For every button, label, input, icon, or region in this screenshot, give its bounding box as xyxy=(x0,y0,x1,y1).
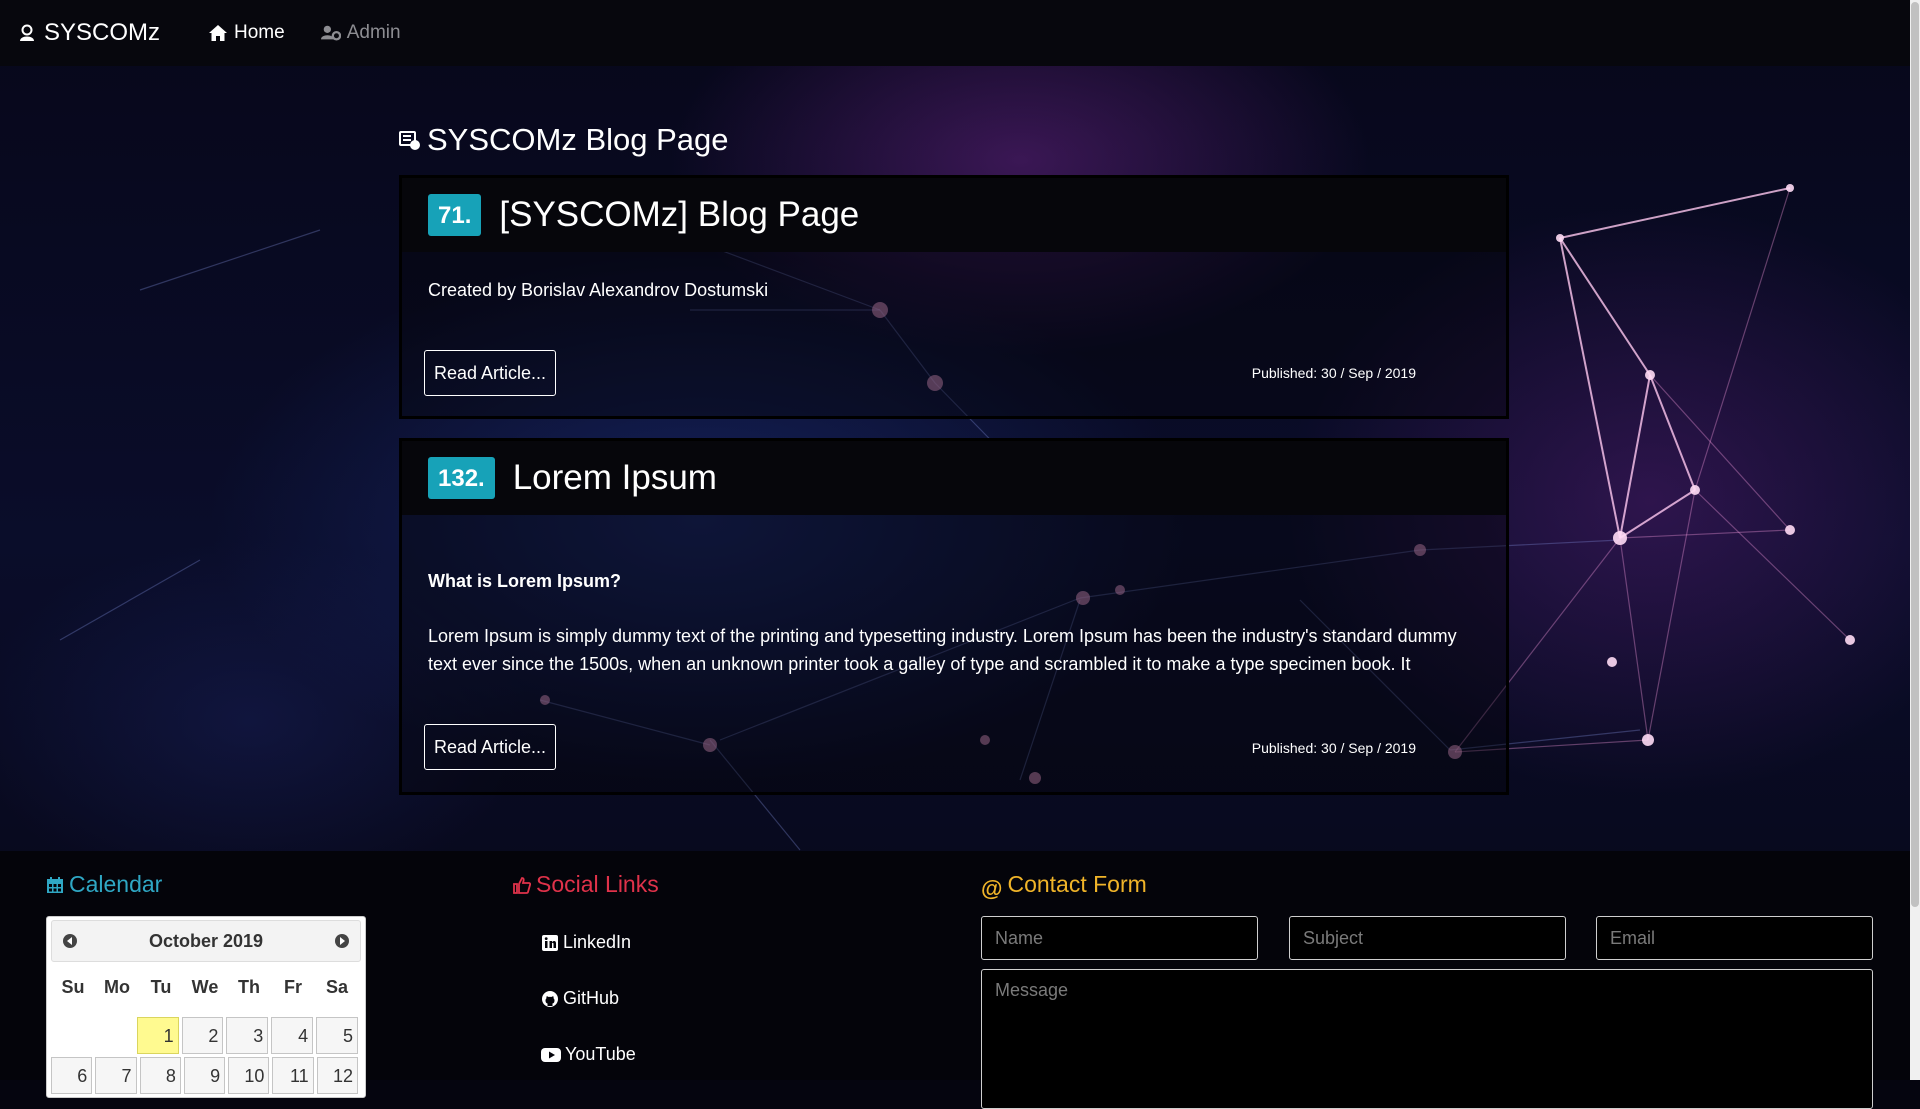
weekday-label: Tu xyxy=(150,977,172,997)
brand-link[interactable]: SYSCOMz xyxy=(18,19,160,47)
linkedin-link[interactable]: LinkedIn xyxy=(541,932,631,953)
calendar-heading: Calendar xyxy=(46,871,162,898)
nav-home[interactable]: Home xyxy=(208,22,285,44)
calendar-day[interactable]: 5 xyxy=(316,1017,359,1054)
nav-admin[interactable]: Admin xyxy=(320,22,401,44)
calendar-week: 6 7 8 9 10 11 12 xyxy=(51,1057,361,1094)
post-text: Lorem Ipsum is simply dummy text of the … xyxy=(428,626,1457,674)
at-sign-icon: @ xyxy=(981,875,1003,901)
read-article-button[interactable]: Read Article... xyxy=(424,350,557,396)
blog-post-card: 132. Lorem Ipsum What is Lorem Ipsum? Lo… xyxy=(399,438,1509,795)
post-title: [SYSCOMz] Blog Page xyxy=(499,195,860,234)
blog-icon xyxy=(399,131,420,150)
social-title: Social Links xyxy=(536,871,659,897)
github-link[interactable]: GitHub xyxy=(541,988,619,1009)
post-number-badge: 71. xyxy=(428,194,482,236)
user-icon xyxy=(20,24,34,41)
calendar-day[interactable]: 8 xyxy=(139,1057,181,1094)
post-subtitle: What is Lorem Ipsum? xyxy=(428,571,622,591)
calendar-day[interactable]: 10 xyxy=(228,1057,270,1094)
weekday-label: Mo xyxy=(104,977,130,997)
calendar-header: October 2019 xyxy=(51,920,361,962)
calendar-grid: 1 2 3 4 5 6 7 8 9 10 11 12 xyxy=(51,1017,361,1097)
weekday-label: Sa xyxy=(325,977,349,997)
weekday-label: Su xyxy=(61,977,85,997)
name-field[interactable] xyxy=(981,916,1258,960)
post-title: Lorem Ipsum xyxy=(512,458,717,497)
calendar-day[interactable]: 2 xyxy=(181,1017,224,1054)
vertical-scrollbar[interactable] xyxy=(1910,0,1920,1080)
github-label: GitHub xyxy=(563,988,620,1008)
page-title-text: SYSCOMz Blog Page xyxy=(427,122,729,157)
post-text: Created by Borislav Alexandrov Dostumski xyxy=(428,280,769,300)
published-date: Published: 30 / Sep / 2019 xyxy=(1251,365,1416,381)
linkedin-icon xyxy=(542,934,558,951)
thumbs-up-icon xyxy=(513,876,531,894)
youtube-label: YouTube xyxy=(565,1044,636,1064)
youtube-icon xyxy=(541,1047,561,1062)
calendar-day[interactable]: 12 xyxy=(316,1057,358,1094)
calendar-weekdays: Su Mo Tu We Th Fr Sa xyxy=(51,977,359,998)
linkedin-label: LinkedIn xyxy=(563,932,632,952)
contact-title: Contact Form xyxy=(1007,871,1147,897)
post-header: 71. [SYSCOMz] Blog Page xyxy=(402,178,1506,252)
next-month-icon[interactable] xyxy=(334,933,350,949)
calendar-empty-cell xyxy=(94,1017,134,1054)
calendar-icon xyxy=(47,876,63,893)
message-field[interactable] xyxy=(981,969,1873,1109)
users-cog-icon xyxy=(320,25,341,41)
calendar-day[interactable]: 3 xyxy=(226,1017,269,1054)
social-heading: Social Links xyxy=(513,871,659,898)
brand-label: SYSCOMz xyxy=(44,19,161,46)
read-article-button[interactable]: Read Article... xyxy=(424,724,557,770)
calendar-day[interactable]: 9 xyxy=(183,1057,226,1094)
scrollbar-thumb[interactable] xyxy=(1911,2,1919,907)
subject-field[interactable] xyxy=(1289,916,1566,960)
github-icon xyxy=(542,990,558,1007)
weekday-label: We xyxy=(191,977,219,997)
calendar-week: 1 2 3 4 5 xyxy=(51,1017,361,1054)
calendar-day-today[interactable]: 1 xyxy=(136,1017,179,1054)
calendar-empty-cell xyxy=(51,1017,91,1054)
calendar-day[interactable]: 4 xyxy=(271,1017,314,1054)
weekday-label: Th xyxy=(238,977,260,997)
youtube-link[interactable]: YouTube xyxy=(541,1044,636,1065)
nav-home-label: Home xyxy=(234,22,285,43)
footer: Calendar October 2019 Su Mo Tu We Th Fr … xyxy=(0,851,1910,1109)
published-date: Published: 30 / Sep / 2019 xyxy=(1251,740,1416,756)
calendar-day[interactable]: 6 xyxy=(51,1057,93,1094)
calendar-title: Calendar xyxy=(69,871,163,897)
page-title: SYSCOMz Blog Page xyxy=(399,122,729,158)
calendar-day[interactable]: 11 xyxy=(272,1057,314,1094)
blog-post-card: 71. [SYSCOMz] Blog Page Created by Boris… xyxy=(399,175,1509,419)
calendar-widget: October 2019 Su Mo Tu We Th Fr Sa 1 2 3 … xyxy=(46,916,366,1098)
calendar-day[interactable]: 7 xyxy=(95,1057,137,1094)
navbar: SYSCOMz Home Admin xyxy=(0,0,1910,66)
post-number-badge: 132. xyxy=(428,457,495,499)
contact-heading: @ Contact Form xyxy=(981,871,1147,901)
weekday-label: Fr xyxy=(284,977,302,997)
nav-admin-label: Admin xyxy=(346,22,401,43)
home-icon xyxy=(209,25,228,41)
email-field[interactable] xyxy=(1596,916,1873,960)
post-header: 132. Lorem Ipsum xyxy=(402,441,1506,515)
calendar-month: October 2019 xyxy=(148,931,264,951)
